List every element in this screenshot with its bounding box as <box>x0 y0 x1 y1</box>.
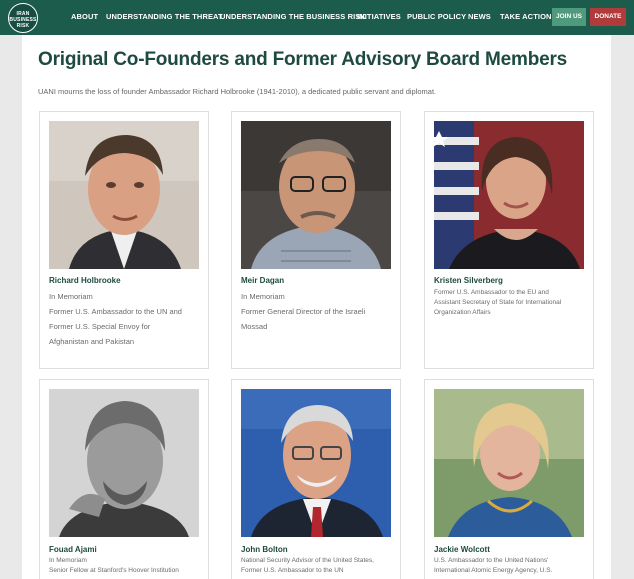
member-photo[interactable] <box>49 389 199 537</box>
nav-public-policy[interactable]: PUBLIC POLICY <box>407 12 466 21</box>
nav-take-action[interactable]: TAKE ACTION <box>500 12 552 21</box>
logo-text-line: RISK <box>16 23 30 29</box>
member-detail: In Memoriam <box>49 557 87 564</box>
member-photo[interactable] <box>434 389 584 537</box>
member-detail: Organization Affairs <box>434 309 491 316</box>
top-navbar: IRAN BUSINESS RISK ABOUT UNDERSTANDING T… <box>0 0 634 35</box>
member-photo[interactable] <box>49 121 199 269</box>
member-detail: Former U.S. Ambassador to the EU and <box>434 289 549 296</box>
member-detail: Former U.S. Special Envoy for <box>49 322 151 331</box>
member-detail: Former General Director of the Israeli <box>241 307 366 316</box>
member-detail: Mossad <box>241 322 268 331</box>
member-photo[interactable] <box>434 121 584 269</box>
nav-understanding-the-threat[interactable]: UNDERSTANDING THE THREAT <box>106 12 223 21</box>
member-name[interactable]: Jackie Wolcott <box>434 545 490 554</box>
member-name[interactable]: Richard Holbrooke <box>49 276 121 285</box>
member-detail: In Memoriam <box>49 292 93 301</box>
member-detail: Former U.S. Ambassador to the UN <box>241 567 344 574</box>
nav-initiatives[interactable]: INITIATIVES <box>357 12 401 21</box>
member-detail: Former U.S. Ambassador to the UN and <box>49 307 182 316</box>
member-detail: Senior Fellow at Stanford's Hoover Insti… <box>49 567 179 574</box>
page-title: Original Co-Founders and Former Advisory… <box>38 49 568 70</box>
member-detail: Afghanistan and Pakistan <box>49 337 135 346</box>
join-us-button[interactable]: JOIN US <box>552 8 586 26</box>
nav-about[interactable]: ABOUT <box>71 12 98 21</box>
member-photo[interactable] <box>241 389 391 537</box>
member-name[interactable]: Kristen Silverberg <box>434 276 503 285</box>
donate-button[interactable]: DONATE <box>590 8 626 26</box>
iran-business-risk-logo[interactable]: IRAN BUSINESS RISK <box>8 3 38 33</box>
member-name[interactable]: Meir Dagan <box>241 276 284 285</box>
intro-text: UANI mourns the loss of founder Ambassad… <box>38 87 437 96</box>
member-photo[interactable] <box>241 121 391 269</box>
member-name[interactable]: Fouad Ajami <box>49 545 97 554</box>
nav-understanding-the-business-risk[interactable]: UNDERSTANDING THE BUSINESS RISK <box>220 12 366 21</box>
member-detail: National Security Advisor of the United … <box>241 557 374 564</box>
member-detail: In Memoriam <box>241 292 285 301</box>
nav-news[interactable]: NEWS <box>468 12 491 21</box>
member-name[interactable]: John Bolton <box>241 545 288 554</box>
member-detail: U.S. Ambassador to the United Nations' <box>434 557 549 564</box>
member-detail: Assistant Secretary of State for Interna… <box>434 299 562 306</box>
member-detail: International Atomic Energy Agency, U.S. <box>434 567 553 574</box>
